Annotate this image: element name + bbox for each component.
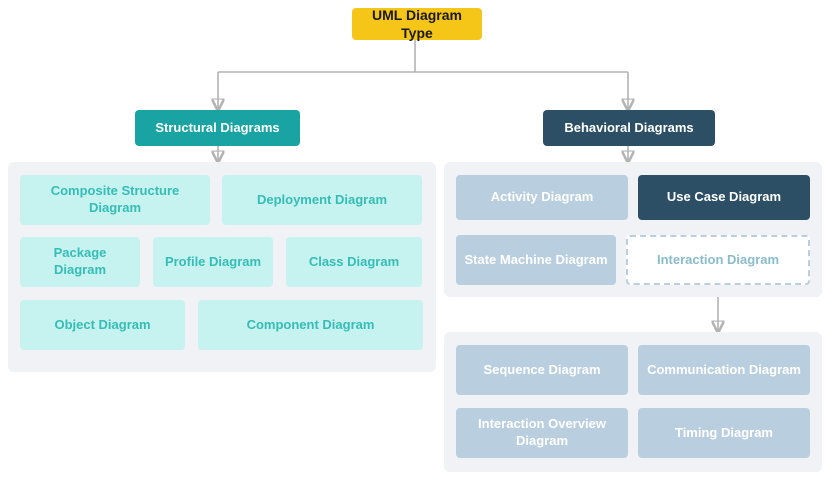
- leaf-use-case: Use Case Diagram: [638, 175, 810, 220]
- leaf-profile: Profile Diagram: [153, 237, 273, 287]
- leaf-sequence: Sequence Diagram: [456, 345, 628, 395]
- root-node: UML Diagram Type: [352, 8, 482, 40]
- leaf-activity: Activity Diagram: [456, 175, 628, 220]
- leaf-deployment: Deployment Diagram: [222, 175, 422, 225]
- structural-header: Structural Diagrams: [135, 110, 300, 146]
- leaf-composite-structure: Composite Structure Diagram: [20, 175, 210, 225]
- leaf-interaction-overview: Interaction Overview Diagram: [456, 408, 628, 458]
- behavioral-header: Behavioral Diagrams: [543, 110, 715, 146]
- leaf-class: Class Diagram: [286, 237, 422, 287]
- leaf-object: Object Diagram: [20, 300, 185, 350]
- leaf-timing: Timing Diagram: [638, 408, 810, 458]
- leaf-package: Package Diagram: [20, 237, 140, 287]
- leaf-component: Component Diagram: [198, 300, 423, 350]
- leaf-state-machine: State Machine Diagram: [456, 235, 616, 285]
- leaf-communication: Communication Diagram: [638, 345, 810, 395]
- leaf-interaction: Interaction Diagram: [626, 235, 810, 285]
